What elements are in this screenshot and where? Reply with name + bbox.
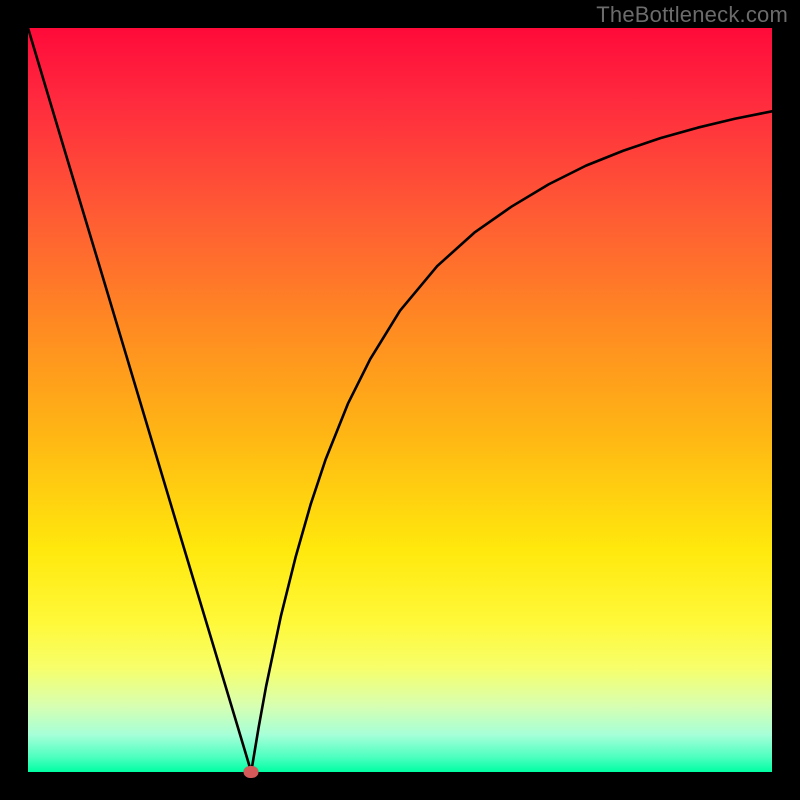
plot-area <box>28 28 772 772</box>
chart-frame: TheBottleneck.com <box>0 0 800 800</box>
minimum-marker <box>244 766 259 778</box>
bottleneck-curve <box>28 28 772 772</box>
curve-svg <box>28 28 772 772</box>
watermark-text: TheBottleneck.com <box>596 2 788 28</box>
